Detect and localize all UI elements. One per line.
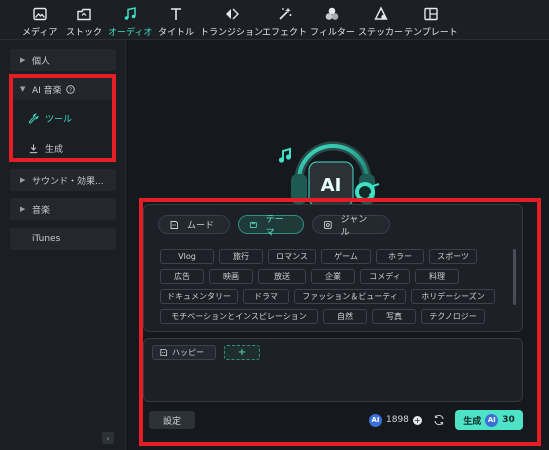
tag-chip[interactable]: モチベーションとインスピレーション [160,309,318,324]
tag-chip[interactable]: ロマンス [268,249,316,264]
refresh-icon[interactable] [433,414,445,426]
tag-chip[interactable]: 企業 [311,269,355,284]
sidebar-item-label: AI 音楽 [32,85,62,96]
main-panel: AI ムード テーマ ジャンル Vlog 旅行 ロマンス ゲーム ホラー スポー… [127,40,549,450]
svg-text:AI: AI [321,175,342,196]
tab-mood[interactable]: ムード [158,215,230,234]
ai-music-headphone-illustration: AI [278,141,380,207]
title-t-icon [168,6,184,22]
sidebar-item-sound-effects[interactable]: ▶ サウンド・効果... [10,169,116,191]
tag-chip[interactable]: スポーツ [429,249,477,264]
chevron-right-icon: ▶ [20,56,26,64]
toolbar-sticker[interactable]: ステッカー [358,0,403,40]
top-toolbar: メディア ストック オーディオ タイトル トランジション エフェクト フィルター… [0,0,549,40]
chevron-down-icon: ▼ [20,85,26,93]
tag-chip[interactable]: ファッション＆ビューティ [294,289,406,304]
sidebar: ▶ 個人 ▼ AI 音楽 ? ツール 生成 ▶ サウンド・効果... ▶ 音楽 … [0,40,126,450]
ai-credit-icon: AI [485,413,499,427]
toolbar-audio[interactable]: オーディオ [108,0,152,40]
sidebar-item-label: 生成 [45,144,64,155]
tab-theme[interactable]: テーマ [238,215,304,238]
media-icon [32,6,48,22]
theme-selection-panel: ムード テーマ ジャンル Vlog 旅行 ロマンス ゲーム ホラー スポーツ 広… [143,204,523,440]
svg-text:?: ? [69,87,72,93]
sidebar-item-generate[interactable]: 生成 [14,136,110,160]
tag-chip[interactable]: 映画 [209,269,253,284]
chevron-right-icon: ▶ [20,176,26,184]
tag-chip[interactable]: Vlog [160,249,214,264]
tag-chip[interactable]: ホラー [376,249,424,264]
template-icon [423,6,439,22]
tag-row: モチベーションとインスピレーション 自然 写真 テクノロジー [160,309,485,324]
stock-icon [76,6,92,22]
tag-chip[interactable]: ドラマ [243,289,289,304]
tab-genre[interactable]: ジャンル [312,215,390,238]
toolbar-effect[interactable]: エフェクト [262,0,307,40]
tag-row: Vlog 旅行 ロマンス ゲーム ホラー スポーツ [160,249,477,264]
sticker-icon [373,6,389,22]
credits-count: 1898 [386,415,409,425]
tag-chip[interactable]: 料理 [415,269,459,284]
prompt-box[interactable]: ハッピー + [143,338,523,402]
chevron-right-icon: ▶ [20,205,26,213]
tag-chip[interactable]: テクノロジー [421,309,485,324]
mood-icon [170,220,178,229]
generate-cost: 30 [502,415,515,425]
tag-chip[interactable]: 写真 [372,309,416,324]
tag-row: 広告 映画 放送 企業 コメディ 料理 [160,269,459,284]
tag-chip[interactable]: ドキュメンタリー [160,289,238,304]
generate-button[interactable]: 生成 AI 30 [455,410,523,430]
toolbar-transition[interactable]: トランジション [200,0,263,40]
collapse-sidebar-button[interactable]: ‹ [102,432,114,444]
sidebar-item-label: サウンド・効果... [32,176,104,187]
toolbar-title[interactable]: タイトル [158,0,194,40]
tag-chip[interactable]: 自然 [323,309,367,324]
effect-sparkle-icon [277,6,293,22]
genre-icon [324,220,332,229]
sidebar-item-label: ツール [45,114,73,125]
tag-chip[interactable]: 旅行 [219,249,263,264]
category-tabs: ムード テーマ ジャンル [158,215,390,238]
tag-chip[interactable]: ゲーム [321,249,371,264]
tag-chip[interactable]: コメディ [360,269,410,284]
mood-icon [160,348,168,357]
toolbar-media[interactable]: メディア [22,0,57,40]
sidebar-item-itunes[interactable]: iTunes [10,228,116,250]
sidebar-item-label: iTunes [32,234,61,244]
tag-chip[interactable]: 放送 [258,269,306,284]
ai-credit-icon: AI [369,413,382,427]
toolbar-stock[interactable]: ストック [66,0,102,40]
sidebar-item-music[interactable]: ▶ 音楽 [10,198,116,220]
add-credits-icon[interactable]: + [412,415,422,425]
selected-tag-chip[interactable]: ハッピー [152,345,216,360]
chevron-left-icon: ‹ [106,433,110,443]
music-note-icon [122,6,138,22]
filter-circles-icon [324,6,340,22]
tag-chip[interactable]: 広告 [160,269,204,284]
sidebar-item-personal[interactable]: ▶ 個人 [10,49,116,71]
tag-scrollbar[interactable] [513,249,516,305]
sidebar-item-label: 音楽 [32,205,51,216]
tag-chip[interactable]: ホリデーシーズン [411,289,495,304]
credits-display: AI 1898 + [369,411,422,429]
settings-button[interactable]: 設定 [149,411,195,429]
add-tag-button[interactable]: + [224,345,260,360]
tag-row: ドキュメンタリー ドラマ ファッション＆ビューティ ホリデーシーズン [160,289,495,304]
sidebar-item-tool[interactable]: ツール [14,106,110,130]
wrench-icon [28,113,39,123]
transition-icon [224,6,240,22]
toolbar-template[interactable]: テンプレート [404,0,458,40]
sidebar-item-label: 個人 [32,56,51,67]
sidebar-item-ai-music[interactable]: ▼ AI 音楽 ? [10,78,116,100]
tag-box: ムード テーマ ジャンル Vlog 旅行 ロマンス ゲーム ホラー スポーツ 広… [143,204,523,332]
toolbar-filter[interactable]: フィルター [310,0,355,40]
download-icon [29,143,38,153]
help-icon[interactable]: ? [65,84,75,94]
theme-icon [249,221,257,228]
